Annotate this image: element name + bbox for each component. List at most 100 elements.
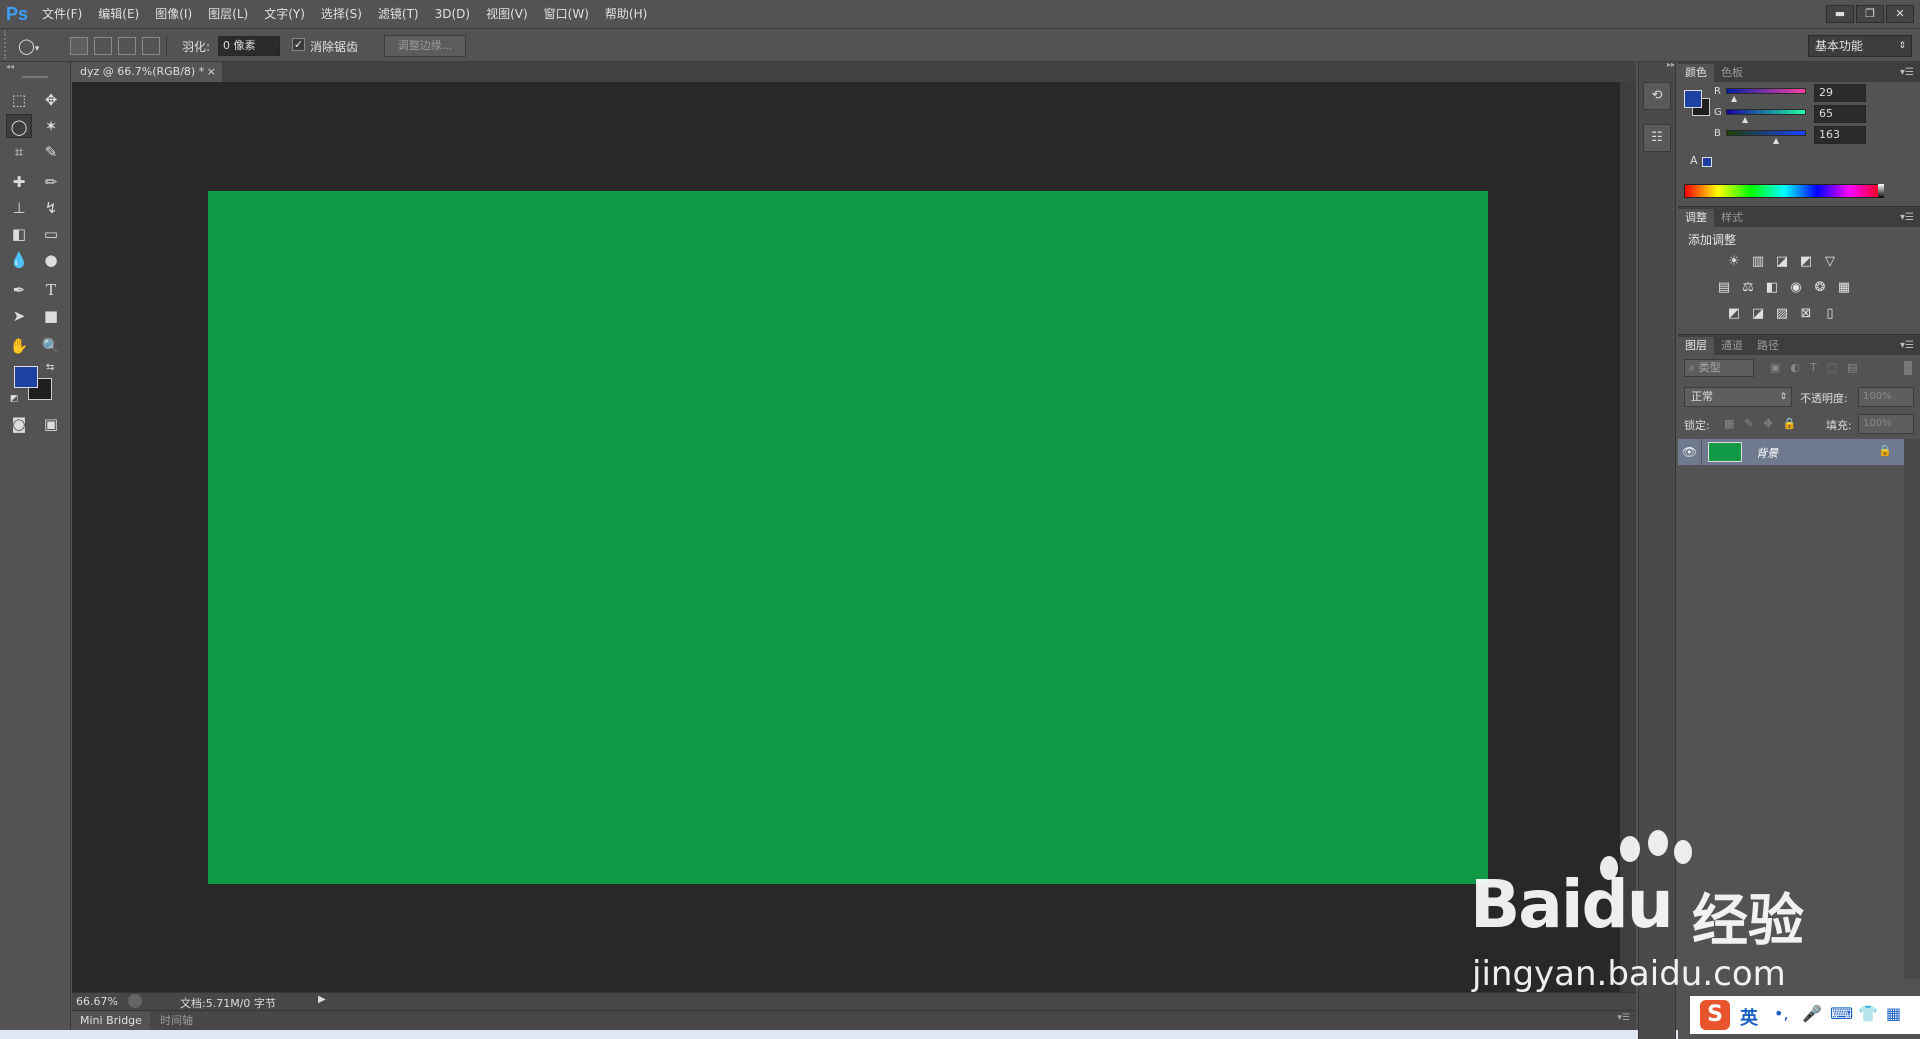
menu-item[interactable]: 滤镜(T) [370,0,427,28]
zoom-tool-icon[interactable]: 🔍 [38,334,64,358]
lock-position-icon[interactable]: ✥ [1764,417,1773,430]
menu-item[interactable]: 选择(S) [313,0,370,28]
tab-channels[interactable]: 通道 [1714,337,1750,355]
menu-item[interactable]: 窗口(W) [536,0,597,28]
status-info-icon[interactable] [128,994,142,1008]
channel-slider[interactable] [1726,109,1806,115]
clone-stamp-tool-icon[interactable]: ⊥ [6,196,32,220]
slider-handle-icon[interactable]: ▲ [1742,115,1748,124]
vibrance-icon[interactable]: ▽ [1822,255,1838,269]
tab-adjustments[interactable]: 调整 [1678,209,1714,227]
eyedropper-tool-icon[interactable]: ✎ [38,140,64,164]
panel-menu-icon[interactable]: ▾☰ [1617,1013,1630,1023]
opacity-input[interactable]: 100% [1858,387,1914,407]
channel-slider[interactable] [1726,88,1806,94]
lasso-tool-icon[interactable]: ◯ [6,114,32,138]
threshold-icon[interactable]: ▨ [1774,307,1790,321]
history-icon[interactable]: ⟲ [1643,82,1671,110]
options-grip[interactable] [4,31,12,59]
pen-tool-icon[interactable]: ✒ [6,278,32,302]
brush-tool-icon[interactable]: ✏ [38,170,64,194]
black-white-ramp[interactable] [1878,184,1884,198]
channel-value-input[interactable]: 163 [1814,126,1866,144]
punctuation-icon[interactable]: •, [1774,1004,1789,1023]
foreground-color-swatch[interactable] [1684,90,1702,108]
panel-menu-icon[interactable]: ▾☰ [1900,337,1920,355]
timeline-tab[interactable]: 时间轴 [152,1011,201,1030]
eye-icon[interactable]: 👁 [1678,439,1702,465]
antialias-checkbox[interactable]: ✓ [292,38,305,51]
channel-value-input[interactable]: 65 [1814,105,1866,123]
color-lookup-icon[interactable]: ▦ [1836,281,1852,295]
menu-item[interactable]: 图像(I) [147,0,200,28]
menu-item[interactable]: 图层(L) [200,0,256,28]
filter-pixel-icon[interactable]: ▣ [1770,361,1780,374]
panel-menu-icon[interactable]: ▾☰ [1900,64,1920,82]
default-colors-icon[interactable]: ◩ [10,394,19,404]
filter-smart-object-icon[interactable]: ▤ [1847,361,1857,374]
exposure-icon[interactable]: ◩ [1798,255,1814,269]
toolbox-icon[interactable]: ▦ [1886,1004,1901,1023]
web-color-swatch[interactable] [1702,157,1712,167]
photo-filter-icon[interactable]: ◉ [1788,281,1804,295]
blend-mode-select[interactable]: 正常 ⇕ [1684,387,1792,407]
mini-bridge-tab[interactable]: Mini Bridge [72,1011,150,1030]
fill-input[interactable]: 100% [1858,414,1914,434]
gradient-tool-icon[interactable]: ▭ [38,222,64,246]
quick-mask-icon[interactable]: ◙ [6,412,32,436]
slider-handle-icon[interactable]: ▲ [1731,94,1737,103]
path-selection-tool-icon[interactable]: ➤ [6,304,32,328]
swap-colors-icon[interactable]: ⇆ [46,362,54,373]
filter-shape-icon[interactable]: ⬚ [1827,361,1837,374]
history-brush-tool-icon[interactable]: ↯ [38,196,64,220]
tab-styles[interactable]: 样式 [1714,209,1750,227]
gamut-warning-icon[interactable]: A [1690,154,1698,167]
document-canvas[interactable] [208,191,1488,884]
slider-handle-icon[interactable]: ▲ [1773,136,1779,145]
menu-item[interactable]: 帮助(H) [597,0,655,28]
restore-button[interactable]: ❐ [1856,5,1884,23]
channel-mixer-icon[interactable]: ❂ [1812,281,1828,295]
close-button[interactable]: ✕ [1886,5,1914,23]
dodge-tool-icon[interactable]: ● [38,248,64,272]
layer-name[interactable]: 背景 [1756,445,1778,461]
crop-tool-icon[interactable]: ⌗ [6,140,32,164]
color-balance-icon[interactable]: ⚖ [1740,281,1756,295]
black-white-icon[interactable]: ◧ [1764,281,1780,295]
dock-collapse-icon[interactable]: ▸▸ [1639,61,1675,69]
zoom-level[interactable]: 66.67% [76,995,118,1008]
gradient-map-icon[interactable]: ▯ [1822,307,1838,321]
healing-brush-tool-icon[interactable]: ✚ [6,170,32,194]
minimize-button[interactable]: ▬ [1826,5,1854,23]
menu-item[interactable]: 编辑(E) [90,0,147,28]
lock-pixels-icon[interactable]: ✎ [1744,417,1753,430]
type-tool-icon[interactable]: T [38,278,64,302]
close-tab-icon[interactable]: × [207,62,216,82]
intersect-selection-icon[interactable] [142,37,160,55]
add-selection-icon[interactable] [94,37,112,55]
properties-icon[interactable]: ☷ [1643,124,1671,152]
invert-icon[interactable]: ◩ [1726,307,1742,321]
filter-type-icon[interactable]: T [1810,361,1817,374]
lasso-tool-preset[interactable]: ◯▾ [18,35,62,57]
levels-icon[interactable]: ▥ [1750,255,1766,269]
tab-paths[interactable]: 路径 [1750,337,1786,355]
filter-adjustment-icon[interactable]: ◐ [1790,361,1800,374]
rectangle-tool-icon[interactable]: ■ [38,304,64,328]
status-menu-arrow-icon[interactable]: ▶ [318,994,326,1005]
hand-tool-icon[interactable]: ✋ [6,334,32,358]
subtract-selection-icon[interactable] [118,37,136,55]
marquee-tool-icon[interactable]: ⬚ [6,88,32,112]
foreground-color-swatch[interactable] [14,366,38,388]
selective-color-icon[interactable]: ⊠ [1798,307,1814,321]
tab-layers[interactable]: 图层 [1678,337,1714,355]
keyboard-icon[interactable]: ⌨ [1830,1004,1853,1023]
magic-wand-tool-icon[interactable]: ✶ [38,114,64,138]
tab-swatches[interactable]: 色板 [1714,64,1750,82]
hue-saturation-icon[interactable]: ▤ [1716,281,1732,295]
menu-item[interactable]: 视图(V) [478,0,536,28]
posterize-icon[interactable]: ◪ [1750,307,1766,321]
layer-row[interactable]: 👁 背景 🔒 [1678,439,1904,465]
lock-all-icon[interactable]: 🔒 [1783,417,1797,430]
filter-toggle[interactable] [1904,361,1912,375]
